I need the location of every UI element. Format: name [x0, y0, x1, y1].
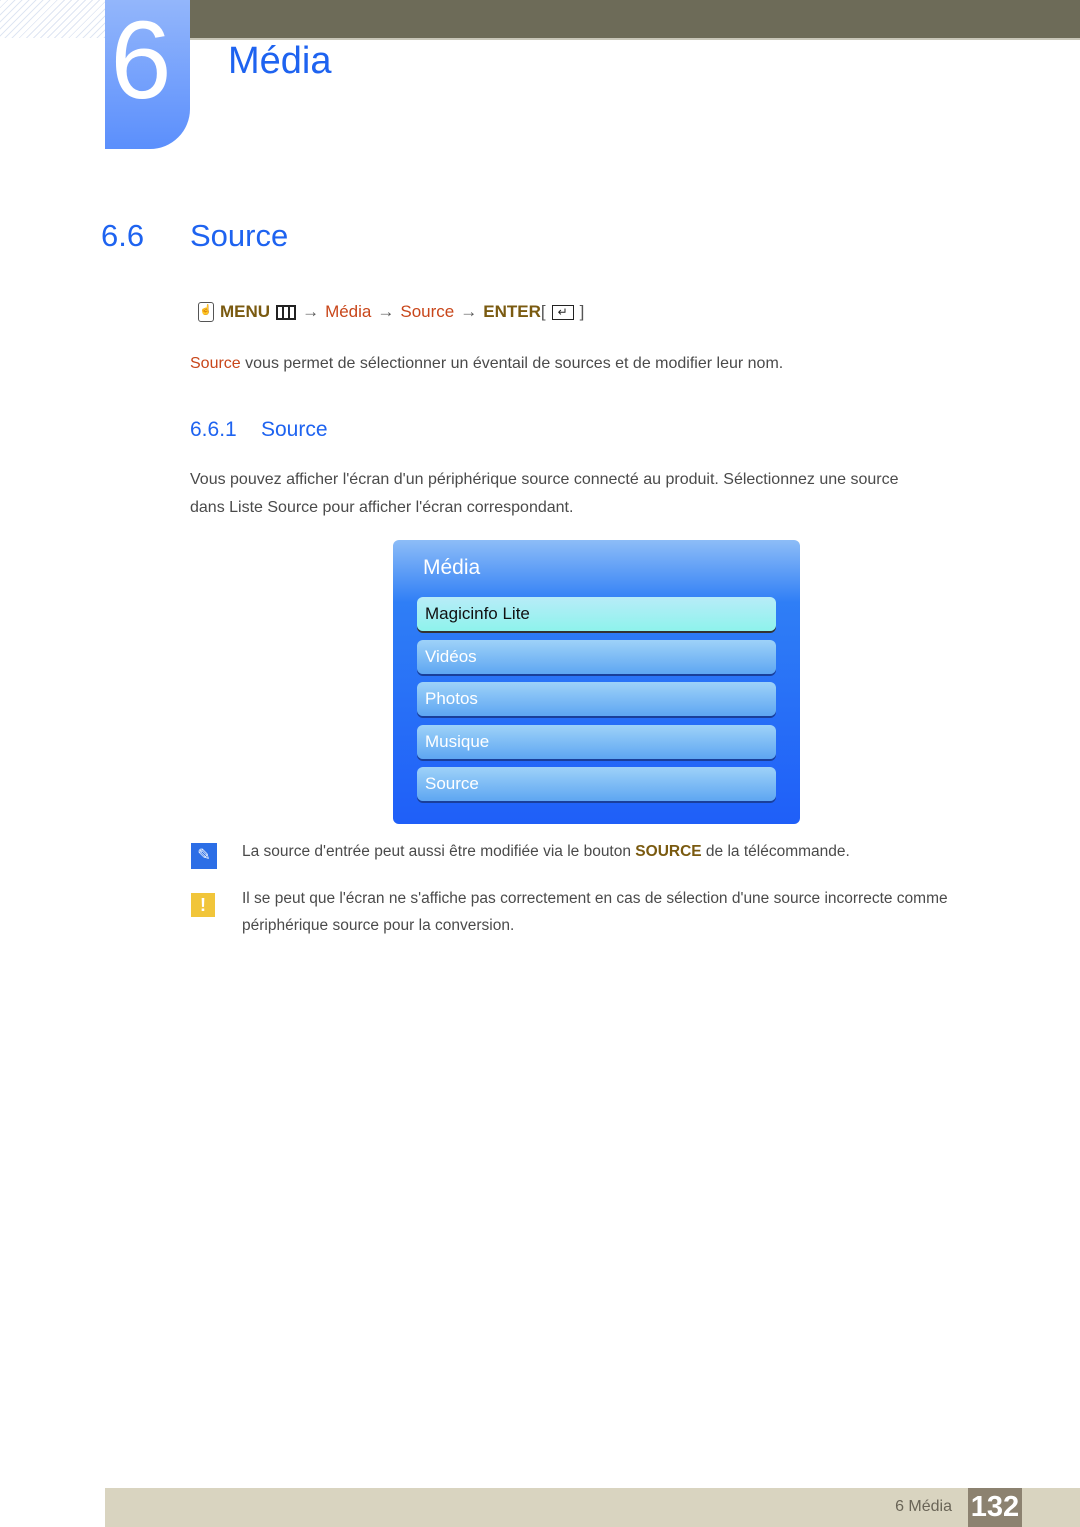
chapter-title: Média: [228, 40, 332, 82]
path-step-media: Média: [325, 302, 372, 321]
warning-note: Il se peut que l'écran ne s'affiche pas …: [242, 890, 948, 934]
warning-icon: !: [191, 893, 215, 917]
info-note: La source d'entrée peut aussi être modif…: [242, 843, 850, 860]
osd-item-musique[interactable]: Musique: [417, 725, 776, 759]
subsection-number: 6.6.1: [190, 418, 237, 441]
section-number: 6.6: [101, 218, 145, 253]
osd-menu: Média Magicinfo Lite Vidéos Photos Musiq…: [393, 540, 800, 824]
path-arrow: →: [302, 302, 320, 321]
menu-label: MENU: [220, 302, 271, 321]
enter-label: ENTER[: [483, 302, 546, 321]
osd-item-photos[interactable]: Photos: [417, 682, 776, 716]
menu-icon: [276, 304, 297, 320]
osd-item-videos[interactable]: Vidéos: [417, 640, 776, 674]
page-number: 132: [968, 1488, 1022, 1527]
footer-chapter-label: 6 Média: [895, 1498, 952, 1515]
path-step-source: Source: [400, 302, 455, 321]
page-footer: 6 Média: [105, 1488, 1080, 1527]
chapter-number: 6: [110, 0, 172, 122]
path-arrow: →: [377, 302, 395, 321]
section-title: Source: [190, 218, 289, 253]
menu-path: ☝ MENU → Média → Source → ENTER[ ↵ ]: [198, 302, 584, 322]
note-pen-icon: ✎: [191, 843, 217, 869]
osd-item-magicinfo-lite[interactable]: Magicinfo Lite: [417, 597, 776, 631]
intro-paragraph: Source vous permet de sélectionner un év…: [190, 355, 784, 372]
body-paragraph: Vous pouvez afficher l'écran d'un périph…: [190, 471, 899, 516]
header-hatch-decoration: [0, 0, 106, 38]
close-bracket: ]: [579, 302, 585, 321]
remote-hand-icon: ☝: [198, 302, 214, 322]
header-bar: [190, 0, 1080, 38]
intro-highlight: Source: [190, 355, 241, 372]
osd-menu-title: Média: [423, 556, 481, 579]
path-arrow: →: [460, 302, 478, 321]
enter-icon: ↵: [551, 304, 574, 320]
osd-item-source[interactable]: Source: [417, 767, 776, 801]
subsection-title: Source: [261, 418, 328, 441]
